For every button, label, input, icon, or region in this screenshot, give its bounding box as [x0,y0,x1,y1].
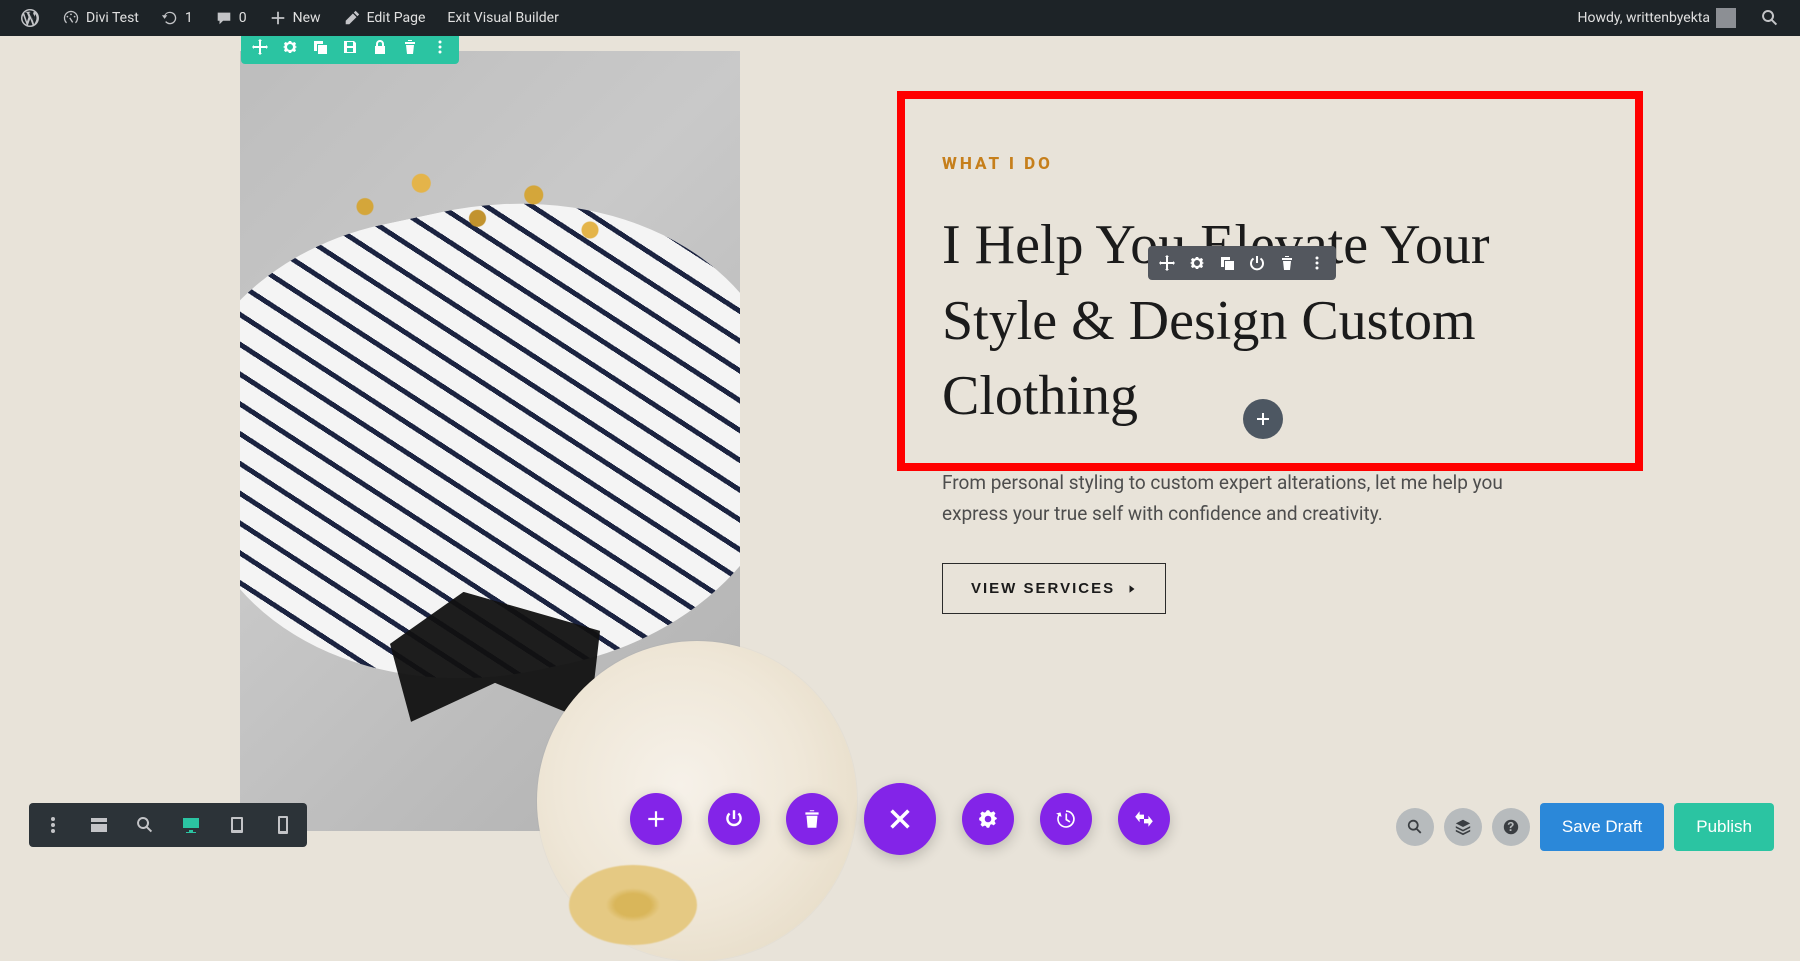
edit-page-label: Edit Page [367,10,426,26]
site-name-link[interactable]: Divi Test [52,0,149,36]
publish-button[interactable]: Publish [1674,803,1774,851]
comments-link[interactable]: 0 [205,0,257,36]
eyebrow-text[interactable]: WHAT I DO [942,154,1592,174]
hero-image-decoration [290,113,665,347]
module-delete-button[interactable] [1276,252,1298,274]
row-more-button[interactable] [427,34,453,60]
desktop-view-button[interactable] [177,811,205,839]
comment-icon [215,9,233,27]
pencil-icon [343,9,361,27]
wp-logo[interactable] [10,0,50,36]
cta-label: VIEW SERVICES [971,580,1115,597]
module-settings-button[interactable] [1186,252,1208,274]
add-module-button[interactable] [1243,399,1283,439]
history-button[interactable] [1040,793,1092,845]
layers-button[interactable] [1444,808,1482,846]
new-label: New [293,10,321,26]
row-lock-button[interactable] [367,34,393,60]
wp-admin-bar: Divi Test 1 0 New Edit Page Exit Visual … [0,0,1800,36]
site-name-text: Divi Test [86,10,139,26]
howdy-user-link[interactable]: Howdy, writtenbyekta [1567,0,1746,36]
new-link[interactable]: New [259,0,331,36]
admin-search[interactable] [1750,0,1790,36]
module-power-button[interactable] [1246,252,1268,274]
comments-count: 0 [239,10,247,26]
builder-action-bar [630,783,1170,855]
plus-icon [1255,411,1271,427]
add-section-button[interactable] [630,793,682,845]
wordpress-icon [20,8,40,28]
wireframe-view-button[interactable] [85,811,113,839]
page-settings-button[interactable] [962,793,1014,845]
plus-icon [269,9,287,27]
portability-button[interactable] [1118,793,1170,845]
text-column: WHAT I DO I Help You Elevate Your Style … [942,154,1592,614]
help-button[interactable] [1492,808,1530,846]
phone-view-button[interactable] [269,811,297,839]
howdy-text: Howdy, writtenbyekta [1577,10,1710,26]
dashboard-icon [62,9,80,27]
view-services-button[interactable]: VIEW SERVICES [942,563,1166,614]
avatar [1716,8,1736,28]
module-duplicate-button[interactable] [1216,252,1238,274]
module-more-button[interactable] [1306,252,1328,274]
body-text[interactable]: From personal styling to custom expert a… [942,467,1542,530]
row-save-button[interactable] [337,34,363,60]
tablet-view-button[interactable] [223,811,251,839]
row-duplicate-button[interactable] [307,34,333,60]
refresh-icon [161,9,179,27]
clear-layout-button[interactable] [786,793,838,845]
module-move-handle[interactable] [1156,252,1178,274]
load-layout-button[interactable] [708,793,760,845]
save-draft-button[interactable]: Save Draft [1540,803,1664,851]
exit-vb-label: Exit Visual Builder [447,10,558,26]
close-builder-button[interactable] [864,783,936,855]
updates-link[interactable]: 1 [151,0,203,36]
module-toolbar [1148,246,1336,280]
search-icon [1760,8,1780,28]
edit-page-link[interactable]: Edit Page [333,0,436,36]
builder-view-bar [29,803,307,847]
row-move-handle[interactable] [247,34,273,60]
updates-count: 1 [185,10,193,26]
zoom-view-button[interactable] [131,811,159,839]
row-delete-button[interactable] [397,34,423,60]
row-settings-button[interactable] [277,34,303,60]
exit-visual-builder-link[interactable]: Exit Visual Builder [437,0,568,36]
builder-save-cluster: Save Draft Publish [1396,803,1774,851]
page-canvas: WHAT I DO I Help You Elevate Your Style … [0,36,1800,881]
builder-menu-button[interactable] [39,811,67,839]
search-layers-button[interactable] [1396,808,1434,846]
chevron-right-icon [1127,584,1137,594]
